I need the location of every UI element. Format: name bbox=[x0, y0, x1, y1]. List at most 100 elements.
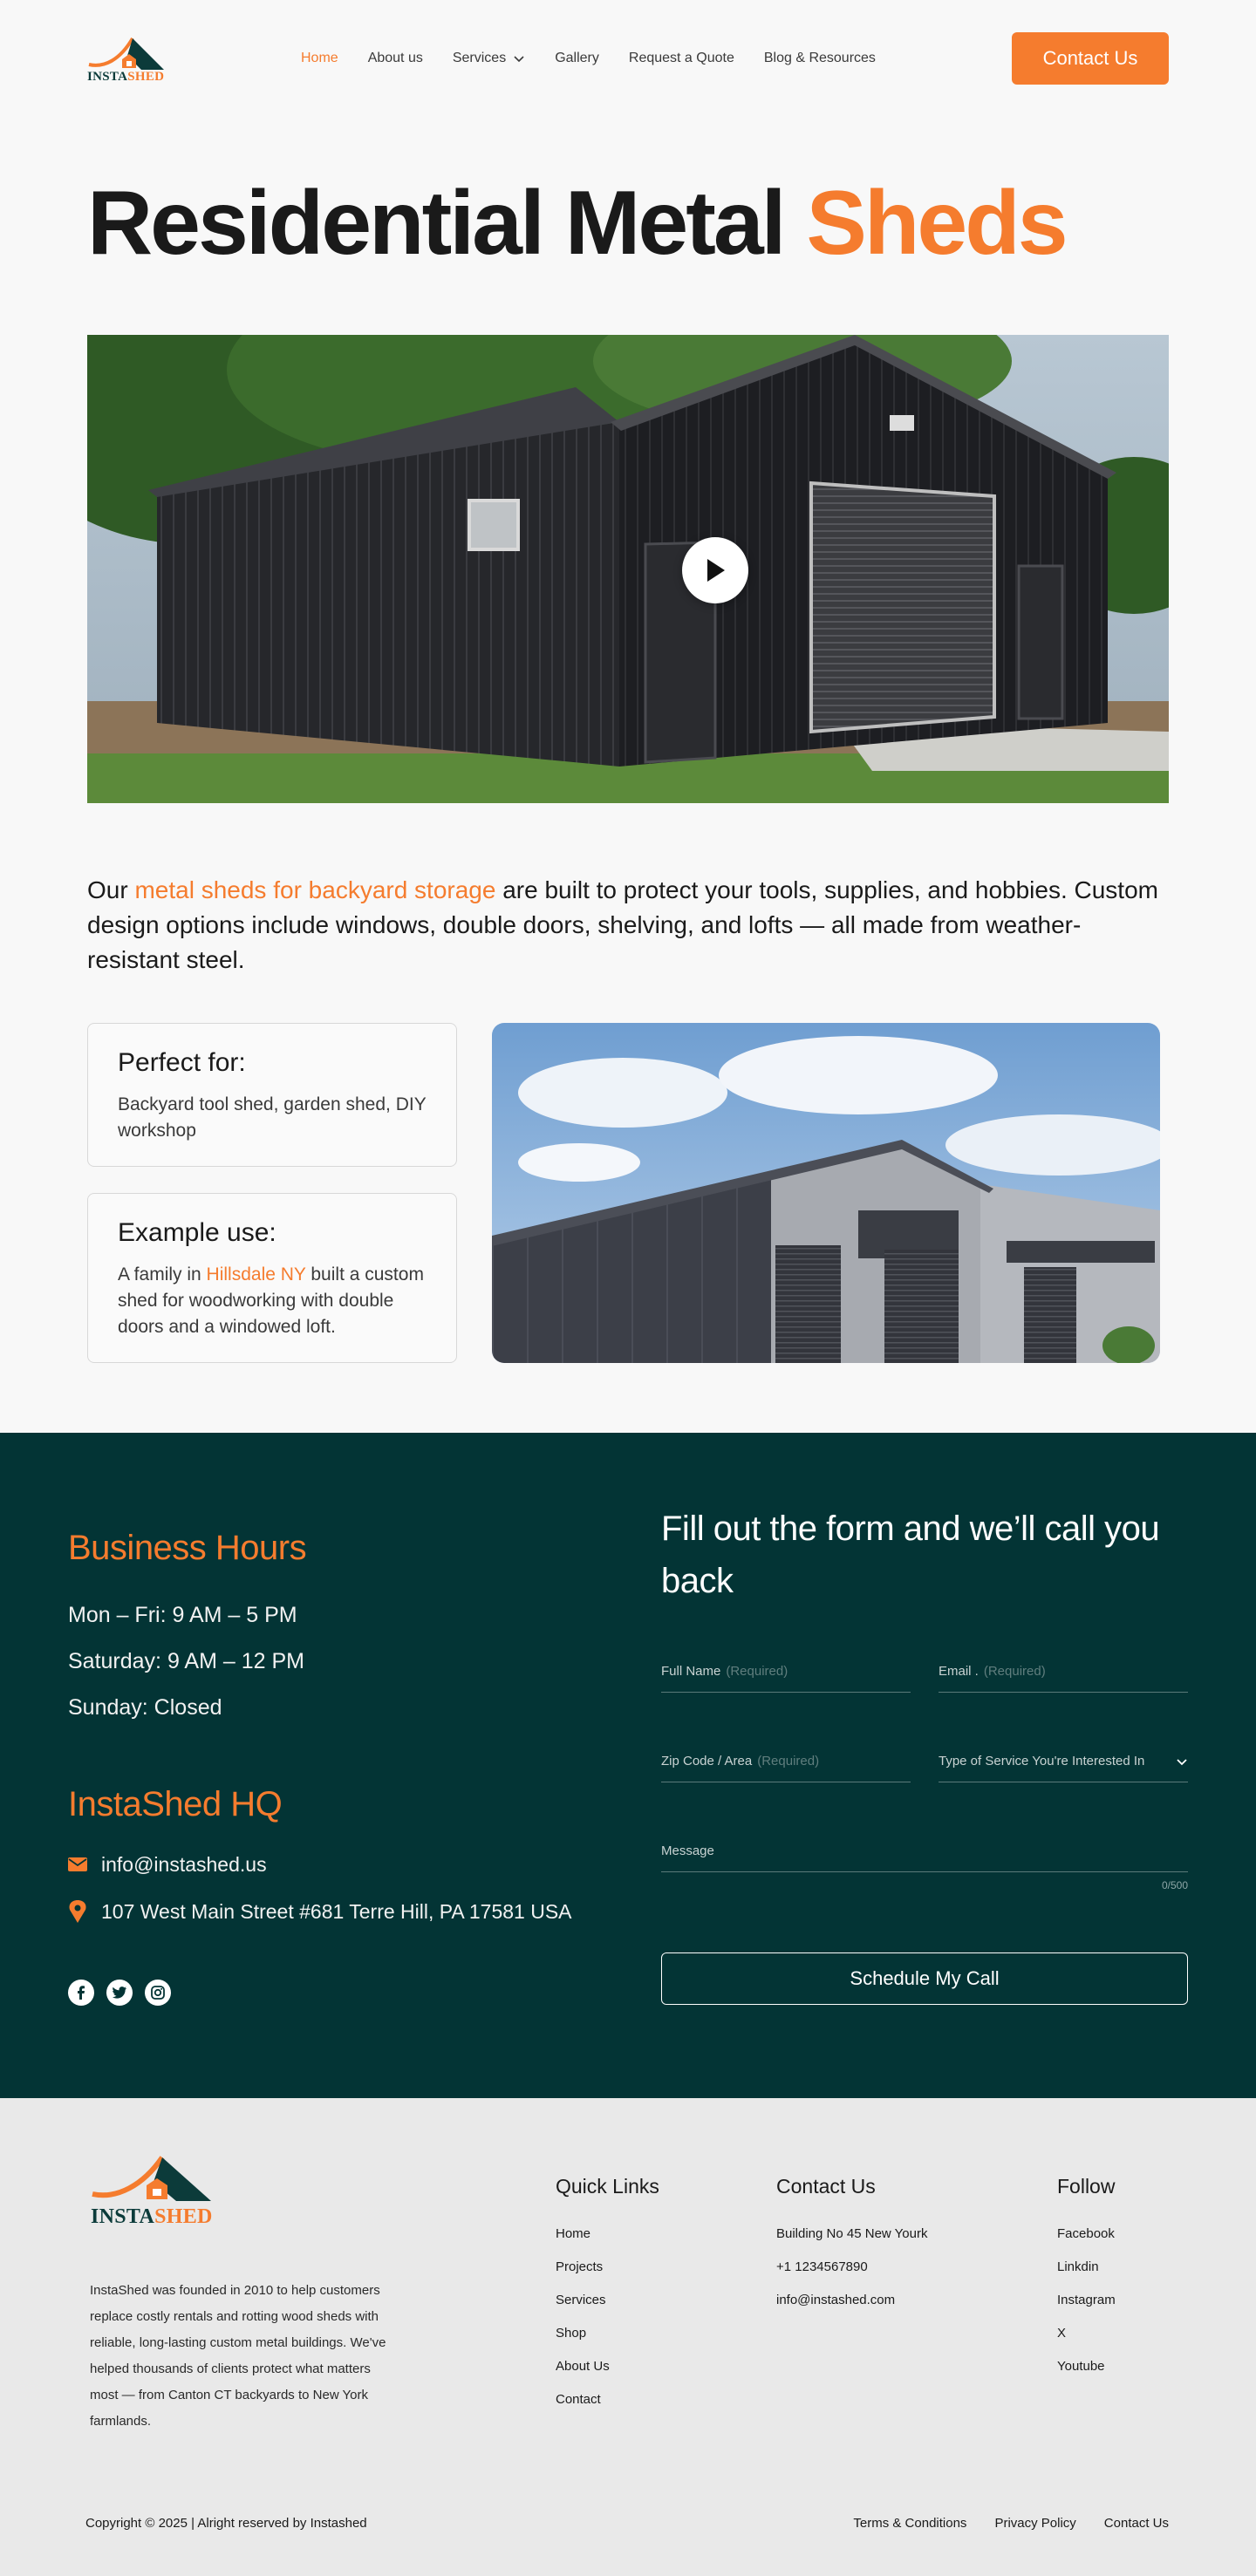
facebook-link[interactable] bbox=[68, 1980, 94, 2006]
address-text: 107 West Main Street #681 Terre Hill, PA… bbox=[101, 1899, 572, 1923]
nav-home[interactable]: Home bbox=[301, 51, 338, 66]
feature-row: Perfect for: Backyard tool shed, garden … bbox=[87, 1023, 1256, 1363]
copyright: Copyright © 2025 | Alright reserved by I… bbox=[85, 2516, 367, 2531]
footer-logo[interactable]: INSTASHED bbox=[91, 2150, 213, 2229]
metal-building-image bbox=[492, 1023, 1160, 1363]
location-pin-icon bbox=[69, 1900, 86, 1923]
message-counter: 0/500 bbox=[1161, 1879, 1188, 1891]
email-text: info@instashed.us bbox=[101, 1852, 267, 1876]
footer-bottom-contact-link[interactable]: Contact Us bbox=[1104, 2516, 1169, 2531]
hq-address: 107 West Main Street #681 Terre Hill, PA… bbox=[68, 1896, 609, 1927]
quick-links: Quick Links Home Projects Services Shop … bbox=[556, 2175, 659, 2416]
footer-link-home[interactable]: Home bbox=[556, 2218, 659, 2251]
intro-link[interactable]: metal sheds for backyard storage bbox=[134, 876, 495, 903]
follow-linkedin[interactable]: Linkdin bbox=[1057, 2251, 1116, 2284]
example-use-title: Example use: bbox=[118, 1218, 276, 1247]
mail-icon bbox=[68, 1857, 87, 1871]
shed-photo bbox=[87, 335, 1169, 803]
full-name-field[interactable]: Full Name (Required) bbox=[661, 1651, 911, 1693]
footer-bottom: Copyright © 2025 | Alright reserved by I… bbox=[85, 2516, 1169, 2531]
quick-links-title: Quick Links bbox=[556, 2175, 659, 2198]
hours-sunday: Sunday: Closed bbox=[68, 1695, 222, 1720]
contact-us-button[interactable]: Contact Us bbox=[1012, 32, 1169, 85]
intro-text-before: Our bbox=[87, 876, 135, 903]
footer-contact-title: Contact Us bbox=[776, 2175, 876, 2198]
feature-cards: Perfect for: Backyard tool shed, garden … bbox=[87, 1023, 457, 1363]
footer-link-about[interactable]: About Us bbox=[556, 2350, 659, 2383]
twitter-link[interactable] bbox=[106, 1980, 133, 2006]
email-field[interactable]: Email . (Required) bbox=[939, 1651, 1188, 1693]
title-main: Residential Metal bbox=[87, 173, 787, 274]
example-use-text: A family in Hillsdale NY built a custom … bbox=[118, 1262, 427, 1340]
zip-code-field[interactable]: Zip Code / Area (Required) bbox=[661, 1741, 911, 1782]
business-info: Business Hours Mon – Fri: 9 AM – 5 PM Sa… bbox=[68, 1529, 609, 2006]
footer-link-contact[interactable]: Contact bbox=[556, 2383, 659, 2416]
perfect-for-text: Backyard tool shed, garden shed, DIY wor… bbox=[118, 1094, 427, 1141]
footer-logo-wordmark: INSTASHED bbox=[91, 2205, 213, 2228]
follow-instagram[interactable]: Instagram bbox=[1057, 2284, 1116, 2317]
schedule-call-button[interactable]: Schedule My Call bbox=[661, 1952, 1188, 2005]
instagram-link[interactable] bbox=[145, 1980, 171, 2006]
footer-link-projects[interactable]: Projects bbox=[556, 2251, 659, 2284]
title-accent: Sheds bbox=[806, 173, 1068, 274]
nav-blog[interactable]: Blog & Resources bbox=[764, 51, 876, 66]
main-nav: Home About us Services Gallery Request a… bbox=[301, 51, 876, 66]
footer-email[interactable]: info@instashed.com bbox=[776, 2284, 927, 2317]
example-text-before: A family in bbox=[118, 1264, 207, 1285]
site-header: INSTASHED Home About us Services Gallery… bbox=[0, 0, 1256, 117]
hq-email[interactable]: info@instashed.us bbox=[68, 1849, 609, 1880]
full-name-label: Full Name (Required) bbox=[661, 1664, 788, 1679]
example-use-card: Example use: A family in Hillsdale NY bu… bbox=[87, 1193, 457, 1363]
twitter-icon bbox=[113, 1987, 126, 1999]
footer-link-services[interactable]: Services bbox=[556, 2284, 659, 2317]
chevron-down-icon bbox=[1177, 1758, 1187, 1765]
footer-contact: Contact Us Building No 45 New Yourk +1 1… bbox=[776, 2175, 927, 2317]
email-label: Email . (Required) bbox=[939, 1664, 1046, 1679]
message-field[interactable]: Message bbox=[661, 1830, 1188, 1872]
follow-title: Follow bbox=[1057, 2175, 1116, 2198]
building-photo bbox=[492, 1023, 1160, 1363]
logo[interactable]: INSTASHED bbox=[87, 33, 174, 85]
terms-link[interactable]: Terms & Conditions bbox=[853, 2516, 966, 2531]
business-hours-title: Business Hours bbox=[68, 1529, 307, 1567]
footer-about: InstaShed was founded in 2010 to help cu… bbox=[90, 2283, 386, 2429]
legal-links: Terms & Conditions Privacy Policy Contac… bbox=[853, 2516, 1169, 2531]
nav-services[interactable]: Services bbox=[453, 51, 525, 66]
perfect-for-title: Perfect for: bbox=[118, 1048, 246, 1077]
nav-gallery[interactable]: Gallery bbox=[555, 51, 599, 66]
nav-services-label: Services bbox=[452, 51, 507, 65]
perfect-for-card: Perfect for: Backyard tool shed, garden … bbox=[87, 1023, 457, 1167]
footer-phone[interactable]: +1 1234567890 bbox=[776, 2251, 927, 2284]
callback-form: Fill out the form and we’ll call you bac… bbox=[661, 1503, 1188, 2005]
hours-saturday: Saturday: 9 AM – 12 PM bbox=[68, 1649, 304, 1673]
service-type-label: Type of Service You're Interested In bbox=[939, 1754, 1145, 1768]
service-type-select[interactable]: Type of Service You're Interested In bbox=[939, 1741, 1188, 1782]
nav-about[interactable]: About us bbox=[368, 51, 423, 66]
play-button[interactable] bbox=[682, 537, 748, 603]
intro-paragraph: Our metal sheds for backyard storage are… bbox=[87, 873, 1169, 978]
page-title: Residential Metal Sheds bbox=[0, 117, 1256, 335]
social-links bbox=[68, 1980, 609, 2006]
hero-video[interactable] bbox=[87, 335, 1169, 803]
contact-section: Business Hours Mon – Fri: 9 AM – 5 PM Sa… bbox=[0, 1433, 1256, 2098]
follow-x[interactable]: X bbox=[1057, 2317, 1116, 2350]
hours-weekday: Mon – Fri: 9 AM – 5 PM bbox=[68, 1603, 297, 1627]
hq-title: InstaShed HQ bbox=[68, 1785, 283, 1823]
follow-youtube[interactable]: Youtube bbox=[1057, 2350, 1116, 2383]
footer-link-shop[interactable]: Shop bbox=[556, 2317, 659, 2350]
privacy-link[interactable]: Privacy Policy bbox=[994, 2516, 1075, 2531]
form-title: Fill out the form and we’ll call you bac… bbox=[661, 1509, 1160, 1600]
follow-facebook[interactable]: Facebook bbox=[1057, 2218, 1116, 2251]
nav-request-quote[interactable]: Request a Quote bbox=[629, 51, 734, 66]
message-label: Message bbox=[661, 1843, 714, 1858]
hours-list: Mon – Fri: 9 AM – 5 PM Saturday: 9 AM – … bbox=[68, 1592, 609, 1731]
site-footer: INSTASHED InstaShed was founded in 2010 … bbox=[0, 2098, 1256, 2576]
instagram-icon bbox=[151, 1986, 165, 2000]
form-fields: Full Name (Required) Email . (Required) Zi… bbox=[661, 1651, 1188, 1782]
hillsdale-link[interactable]: Hillsdale NY bbox=[207, 1264, 306, 1285]
zip-code-label: Zip Code / Area (Required) bbox=[661, 1754, 820, 1768]
hq-block: InstaShed HQ info@instashed.us 107 West … bbox=[68, 1785, 609, 1927]
chevron-down-icon bbox=[514, 56, 524, 63]
logo-roof-icon bbox=[88, 37, 164, 70]
logo-wordmark: INSTASHED bbox=[87, 69, 165, 84]
